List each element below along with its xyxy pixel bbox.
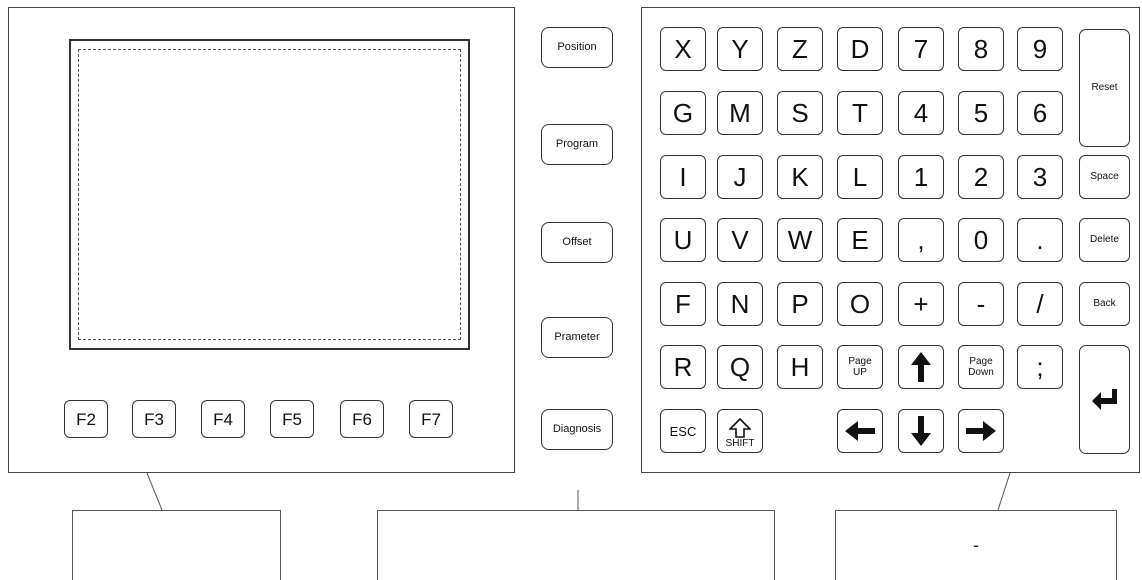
left-connector [146, 472, 163, 511]
connector-lines [146, 472, 1011, 511]
mode-keys-label-box [377, 510, 775, 580]
display-label-box [72, 510, 281, 580]
keypad-label-box: - [835, 510, 1117, 580]
right-connector [997, 472, 1011, 511]
